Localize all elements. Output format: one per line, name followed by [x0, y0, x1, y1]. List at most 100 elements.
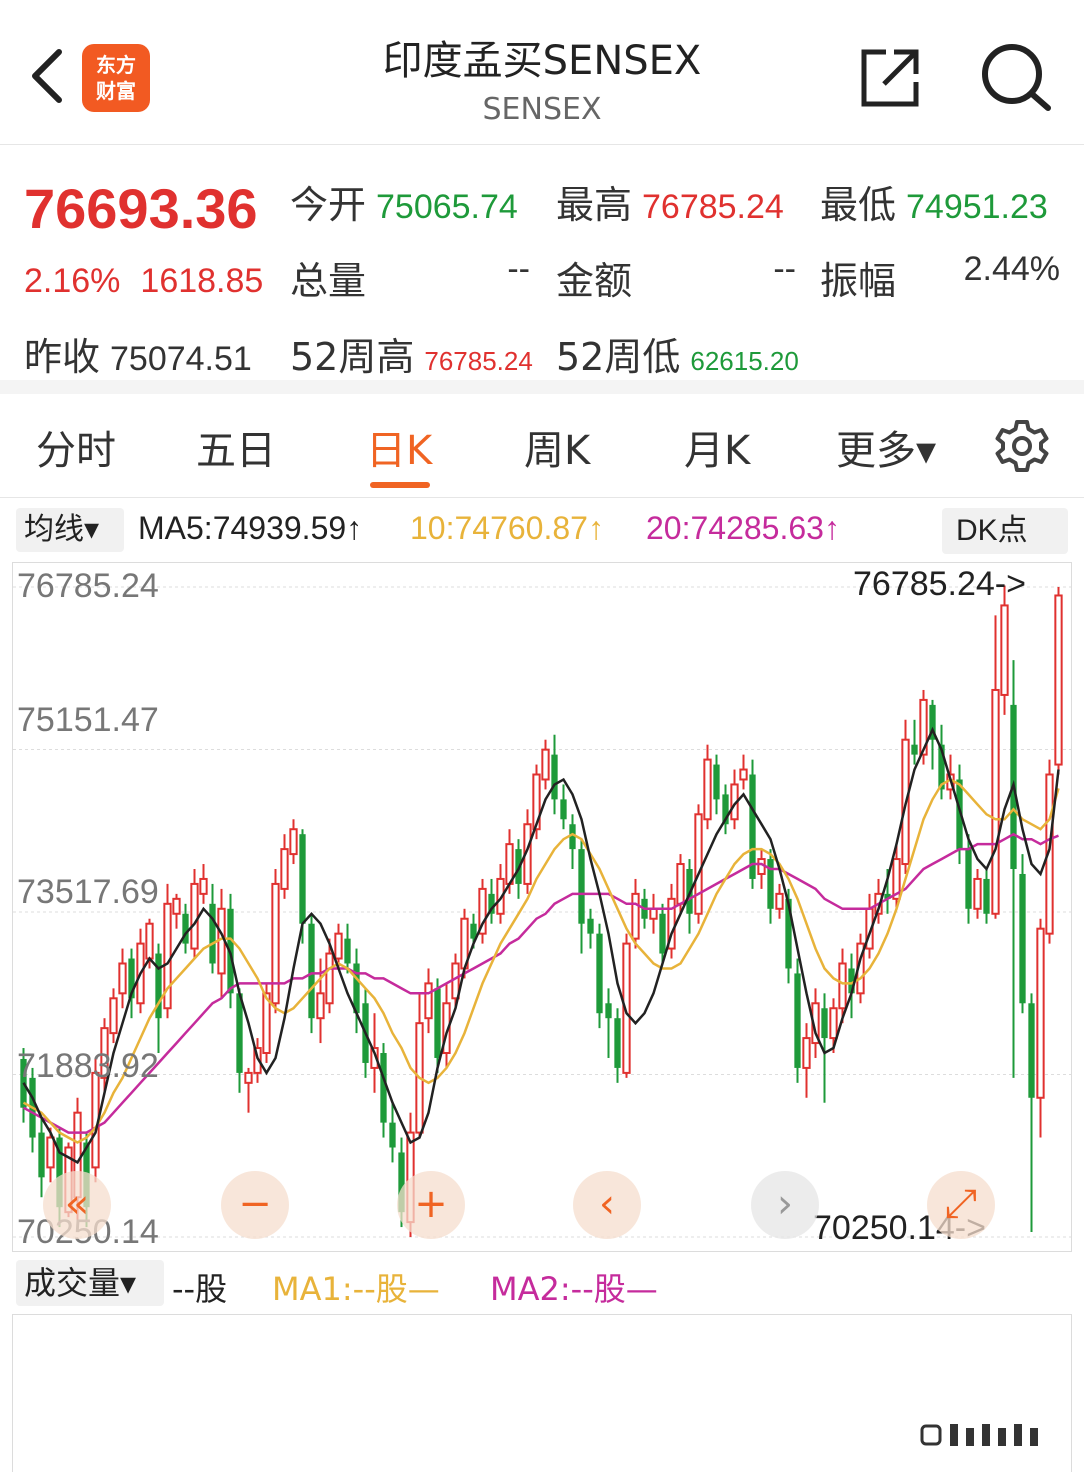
candle — [569, 814, 576, 870]
y-tick-label: 75151.47 — [17, 701, 159, 739]
candle — [596, 923, 603, 1029]
open-price: 今开 75065.74 — [290, 183, 518, 227]
share-button[interactable] — [858, 44, 924, 110]
fullscreen-button[interactable]: ⤢ — [927, 1171, 995, 1239]
week52-high: 52周高 76785.24 — [290, 335, 533, 379]
ma20-value: 20:74285.63↑ — [646, 510, 840, 546]
candle — [578, 839, 585, 954]
dk-point-button[interactable]: DK点 — [942, 508, 1068, 554]
y-tick-label: 73517.69 — [17, 873, 159, 911]
y-tick-label: 76785.24 — [17, 567, 159, 605]
candle — [614, 1008, 621, 1083]
volume-legend: 成交量▾ --股 MA1:--股— MA2:--股— — [0, 1258, 1084, 1310]
candle — [289, 819, 298, 865]
amplitude: 振幅 2.44% — [820, 250, 1060, 303]
tab-more[interactable]: 更多▾ — [836, 418, 936, 476]
candle — [749, 759, 756, 889]
ma-legend: 均线▾ MA5:74939.59↑ 10:74760.87↑ 20:74285.… — [0, 504, 1084, 556]
candle — [911, 719, 918, 765]
candle — [199, 864, 208, 904]
tab-intraday[interactable]: 分时 — [36, 418, 116, 476]
candle — [767, 849, 774, 924]
candle — [415, 993, 424, 1138]
change-percent: 2.16% — [24, 262, 121, 300]
ma5-value: MA5:74939.59↑ — [138, 510, 363, 546]
tab-weekly-k[interactable]: 周K — [524, 418, 590, 476]
zoom-out-button[interactable]: − — [221, 1171, 289, 1239]
zoom-in-button[interactable]: + — [397, 1171, 465, 1239]
candle — [1000, 585, 1009, 715]
gear-icon — [995, 420, 1049, 472]
candle — [271, 869, 280, 1014]
scroll-right-button[interactable]: › — [751, 1171, 819, 1239]
kline-chart[interactable]: 76785.24 75151.47 73517.69 71883.92 7025… — [12, 562, 1072, 1252]
candle — [730, 769, 739, 830]
candle — [560, 784, 567, 830]
candle — [163, 883, 172, 1019]
candle — [694, 804, 703, 924]
candle — [587, 908, 594, 949]
candle — [209, 883, 216, 974]
candle — [182, 903, 189, 954]
candle — [424, 968, 433, 1034]
candle — [1028, 993, 1035, 1233]
candle — [389, 1102, 396, 1163]
candle — [713, 754, 720, 815]
candle — [38, 1117, 45, 1198]
volume-ma2: MA2:--股— — [490, 1270, 658, 1308]
last-price: 76693.36 — [24, 177, 258, 240]
candle — [1036, 918, 1045, 1138]
share-icon — [861, 49, 919, 107]
low-price: 最低 74951.23 — [820, 183, 1048, 227]
candle — [757, 849, 766, 889]
candle — [739, 754, 748, 790]
tab-monthly-k[interactable]: 月K — [684, 418, 750, 476]
volume-chart[interactable] — [12, 1314, 1072, 1472]
candle — [244, 1067, 253, 1113]
candle — [722, 784, 729, 835]
search-button[interactable] — [976, 40, 1056, 112]
volume-value: --股 — [172, 1270, 228, 1308]
total-volume: 总量 -- — [290, 250, 530, 303]
candle — [190, 869, 199, 959]
prev-close: 昨收 75074.51 — [24, 335, 252, 379]
kline-svg — [13, 585, 1071, 1238]
candle — [983, 869, 990, 924]
candle — [118, 948, 127, 1009]
rewind-button[interactable]: « — [43, 1171, 111, 1239]
candle — [488, 878, 495, 924]
candle — [1019, 854, 1026, 1014]
candle — [109, 988, 118, 1044]
candle — [380, 1043, 387, 1138]
candle — [280, 834, 289, 899]
change-amount: 1618.85 — [140, 262, 264, 300]
candle — [775, 883, 784, 919]
period-tabs: 分时 五日 日K 周K 月K 更多▾ — [0, 394, 1084, 498]
total-amount: 金额 -- — [556, 250, 796, 303]
candle — [991, 615, 1000, 919]
volume-ma1: MA1:--股— — [272, 1270, 440, 1308]
quote-panel: 76693.36 2.16% 1618.85 昨收 75074.51 今开 75065… — [0, 146, 1084, 394]
max-price-marker: 76785.24-> — [853, 565, 1026, 603]
candle — [478, 878, 487, 944]
candle — [802, 1023, 811, 1098]
watermark-logo — [920, 1424, 1038, 1446]
volume-indicator-selector[interactable]: 成交量▾ — [16, 1260, 164, 1306]
chart-settings-button[interactable] — [994, 418, 1050, 474]
candle — [1054, 587, 1063, 775]
candle — [541, 739, 550, 790]
tab-five-day[interactable]: 五日 — [196, 418, 276, 476]
candle — [128, 948, 135, 1019]
y-tick-label: 71883.92 — [17, 1047, 159, 1085]
indicator-selector[interactable]: 均线▾ — [16, 508, 124, 552]
scroll-left-button[interactable]: ‹ — [573, 1171, 641, 1239]
candle — [649, 893, 658, 934]
ma20-line — [22, 832, 1059, 1134]
tab-daily-k[interactable]: 日K — [366, 418, 432, 476]
candle — [667, 883, 676, 959]
high-price: 最高 76785.24 — [556, 183, 784, 227]
price-change: 2.16% 1618.85 — [24, 262, 283, 301]
ma10-value: 10:74760.87↑ — [410, 510, 604, 546]
search-icon — [982, 44, 1051, 111]
week52-low: 52周低 62615.20 — [556, 335, 799, 379]
